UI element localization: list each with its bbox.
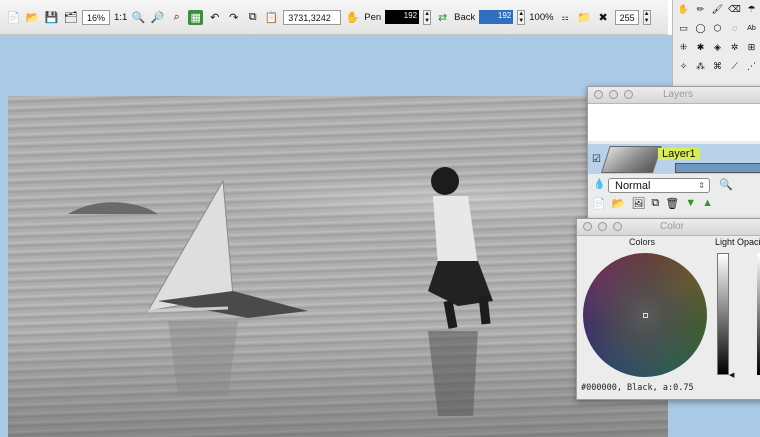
light-label: Light: [715, 237, 735, 247]
open-layer-icon[interactable]: 📂: [612, 197, 626, 210]
ellipse-icon[interactable]: ◯: [694, 22, 707, 35]
rectangle-icon[interactable]: ▭: [677, 22, 690, 35]
open-folder-icon[interactable]: 📂: [25, 10, 40, 25]
back-label: Back: [454, 11, 476, 23]
fill-icon[interactable]: ◈: [711, 41, 724, 54]
close-x-icon[interactable]: ✖: [596, 10, 611, 25]
layers-title: Layers: [662, 89, 693, 100]
cursor-coordinates: 3731,3242: [283, 9, 342, 25]
blend-drop-icon: 💧: [593, 179, 606, 190]
grid-toggle-icon[interactable]: ▦: [188, 9, 204, 25]
swap-colors-icon[interactable]: ⇄: [435, 10, 450, 25]
select-arrows-icon: ⇕: [698, 181, 705, 190]
zoom-in-icon[interactable]: 🔍: [131, 10, 146, 25]
zoom-fit-icon[interactable]: ⌕: [169, 10, 184, 25]
polygon-icon[interactable]: ⬡: [711, 22, 724, 35]
undo-icon[interactable]: ↶: [207, 10, 222, 25]
layer-zoom-icon[interactable]: 🔍: [719, 178, 733, 191]
color-title: Color: [660, 221, 684, 232]
blend-mode-value: Normal: [615, 180, 651, 192]
color-readout: #000000, Black, a:0.75: [581, 383, 694, 393]
tool-palette: ✋ ✏ 🖌 ⌫ ☂ ▭ ◯ ⬡ ◌ Ab ⁜ ✱ ◈ ✲ ⊞ ✧ ⁂ ⌘ ⟋ ⋰: [672, 0, 760, 88]
zoom-out-icon[interactable]: 🔎: [150, 10, 165, 25]
back-size-value: 192: [497, 11, 512, 20]
layers-list-empty: [588, 104, 760, 141]
blend-row: 💧 Normal ⇕ 🔍: [588, 177, 760, 195]
color-panel: Color Colors Light Opaci ◀ #000000, Blac…: [576, 218, 760, 400]
scatter-icon[interactable]: ⋰: [745, 60, 758, 73]
copy-icon[interactable]: ⧉: [245, 10, 260, 25]
delete-layer-icon[interactable]: 🗑: [665, 197, 679, 210]
folder-icon[interactable]: 📁: [577, 10, 592, 25]
hand-icon[interactable]: ✋: [677, 3, 690, 16]
photo-subjects: [68, 167, 493, 416]
text-icon[interactable]: Ab: [745, 22, 758, 35]
save-as-icon[interactable]: 🗂: [63, 10, 78, 25]
color-wheel-marker[interactable]: [643, 313, 648, 318]
pen-label: Pen: [364, 11, 382, 23]
colors-label: Colors: [629, 237, 656, 247]
merge-layer-icon[interactable]: ⧉: [651, 197, 659, 210]
tolerance-stepper[interactable]: ▲ ▼: [642, 9, 651, 25]
layer-tools: 📄 📂 🖼 ⧉ 🗑 ▼ ▲: [592, 197, 713, 210]
layers-titlebar[interactable]: Layers: [588, 87, 760, 104]
redo-icon[interactable]: ↷: [226, 10, 241, 25]
pencil-icon[interactable]: ✏: [694, 3, 707, 16]
light-pointer-icon[interactable]: ◀: [729, 371, 734, 379]
paste-icon[interactable]: 📋: [264, 10, 279, 25]
save-icon[interactable]: 💾: [44, 10, 59, 25]
brush-icon[interactable]: 🖌: [711, 3, 724, 16]
layer-row[interactable]: ☑ Layer1: [588, 144, 760, 174]
pen-size-value: 192: [403, 11, 418, 20]
stamp-icon[interactable]: ✱: [694, 41, 707, 54]
layer-visibility-checkbox[interactable]: ☑: [592, 154, 601, 165]
light-slider[interactable]: [717, 253, 729, 375]
opacity-label: Opaci: [737, 237, 760, 247]
actual-size-button[interactable]: 1:1: [114, 12, 127, 23]
new-document-icon[interactable]: 📄: [6, 10, 21, 25]
color-titlebar[interactable]: Color: [577, 219, 760, 236]
line-icon[interactable]: ⟋: [728, 60, 741, 73]
eraser-icon[interactable]: ⌫: [728, 3, 741, 16]
clone-icon[interactable]: ⌘: [711, 60, 724, 73]
spray-icon[interactable]: ⁂: [694, 60, 707, 73]
main-toolbar: 📄 📂 💾 🗂 16% 1:1 🔍 🔎 ⌕ ▦ ↶ ↷ ⧉ 📋 3731,324…: [0, 0, 668, 35]
zoom-level-field[interactable]: 16%: [82, 9, 111, 25]
layer-name[interactable]: Layer1: [658, 148, 700, 160]
pen-size-stepper[interactable]: ▲ ▼: [423, 9, 432, 25]
layer-thumbnail: [601, 146, 662, 173]
tolerance-field[interactable]: 255: [614, 9, 639, 25]
lasso-icon[interactable]: ◌: [728, 22, 741, 35]
wand-icon[interactable]: ✧: [677, 60, 690, 73]
back-color-swatch[interactable]: 192: [479, 10, 514, 24]
grid-icon[interactable]: ⊞: [745, 41, 758, 54]
image-canvas[interactable]: [8, 96, 668, 437]
shape-icon[interactable]: ▲: [702, 197, 713, 210]
filter-icon[interactable]: ▼: [685, 197, 696, 210]
layers-panel: Layers ☑ Layer1 💧 Normal ⇕ 🔍 📄 📂 🖼 ⧉ 🗑 ▼…: [587, 86, 760, 220]
tolerance-icon: ⚏: [561, 12, 569, 22]
gradient-icon[interactable]: ✲: [728, 41, 741, 54]
back-size-stepper[interactable]: ▲ ▼: [517, 9, 526, 25]
pen-color-swatch[interactable]: 192: [385, 10, 420, 24]
color-wheel[interactable]: [583, 253, 707, 377]
opacity-percent[interactable]: 100%: [529, 12, 553, 23]
layer-opacity-bar[interactable]: [675, 163, 760, 173]
pattern-icon[interactable]: ⁜: [677, 41, 690, 54]
hand-tool-icon[interactable]: ✋: [345, 10, 360, 25]
smudge-icon[interactable]: ☂: [745, 3, 758, 16]
blend-mode-select[interactable]: Normal ⇕: [608, 178, 710, 193]
image-layer-icon[interactable]: 🖼: [631, 197, 645, 210]
new-layer-icon[interactable]: 📄: [592, 197, 606, 210]
